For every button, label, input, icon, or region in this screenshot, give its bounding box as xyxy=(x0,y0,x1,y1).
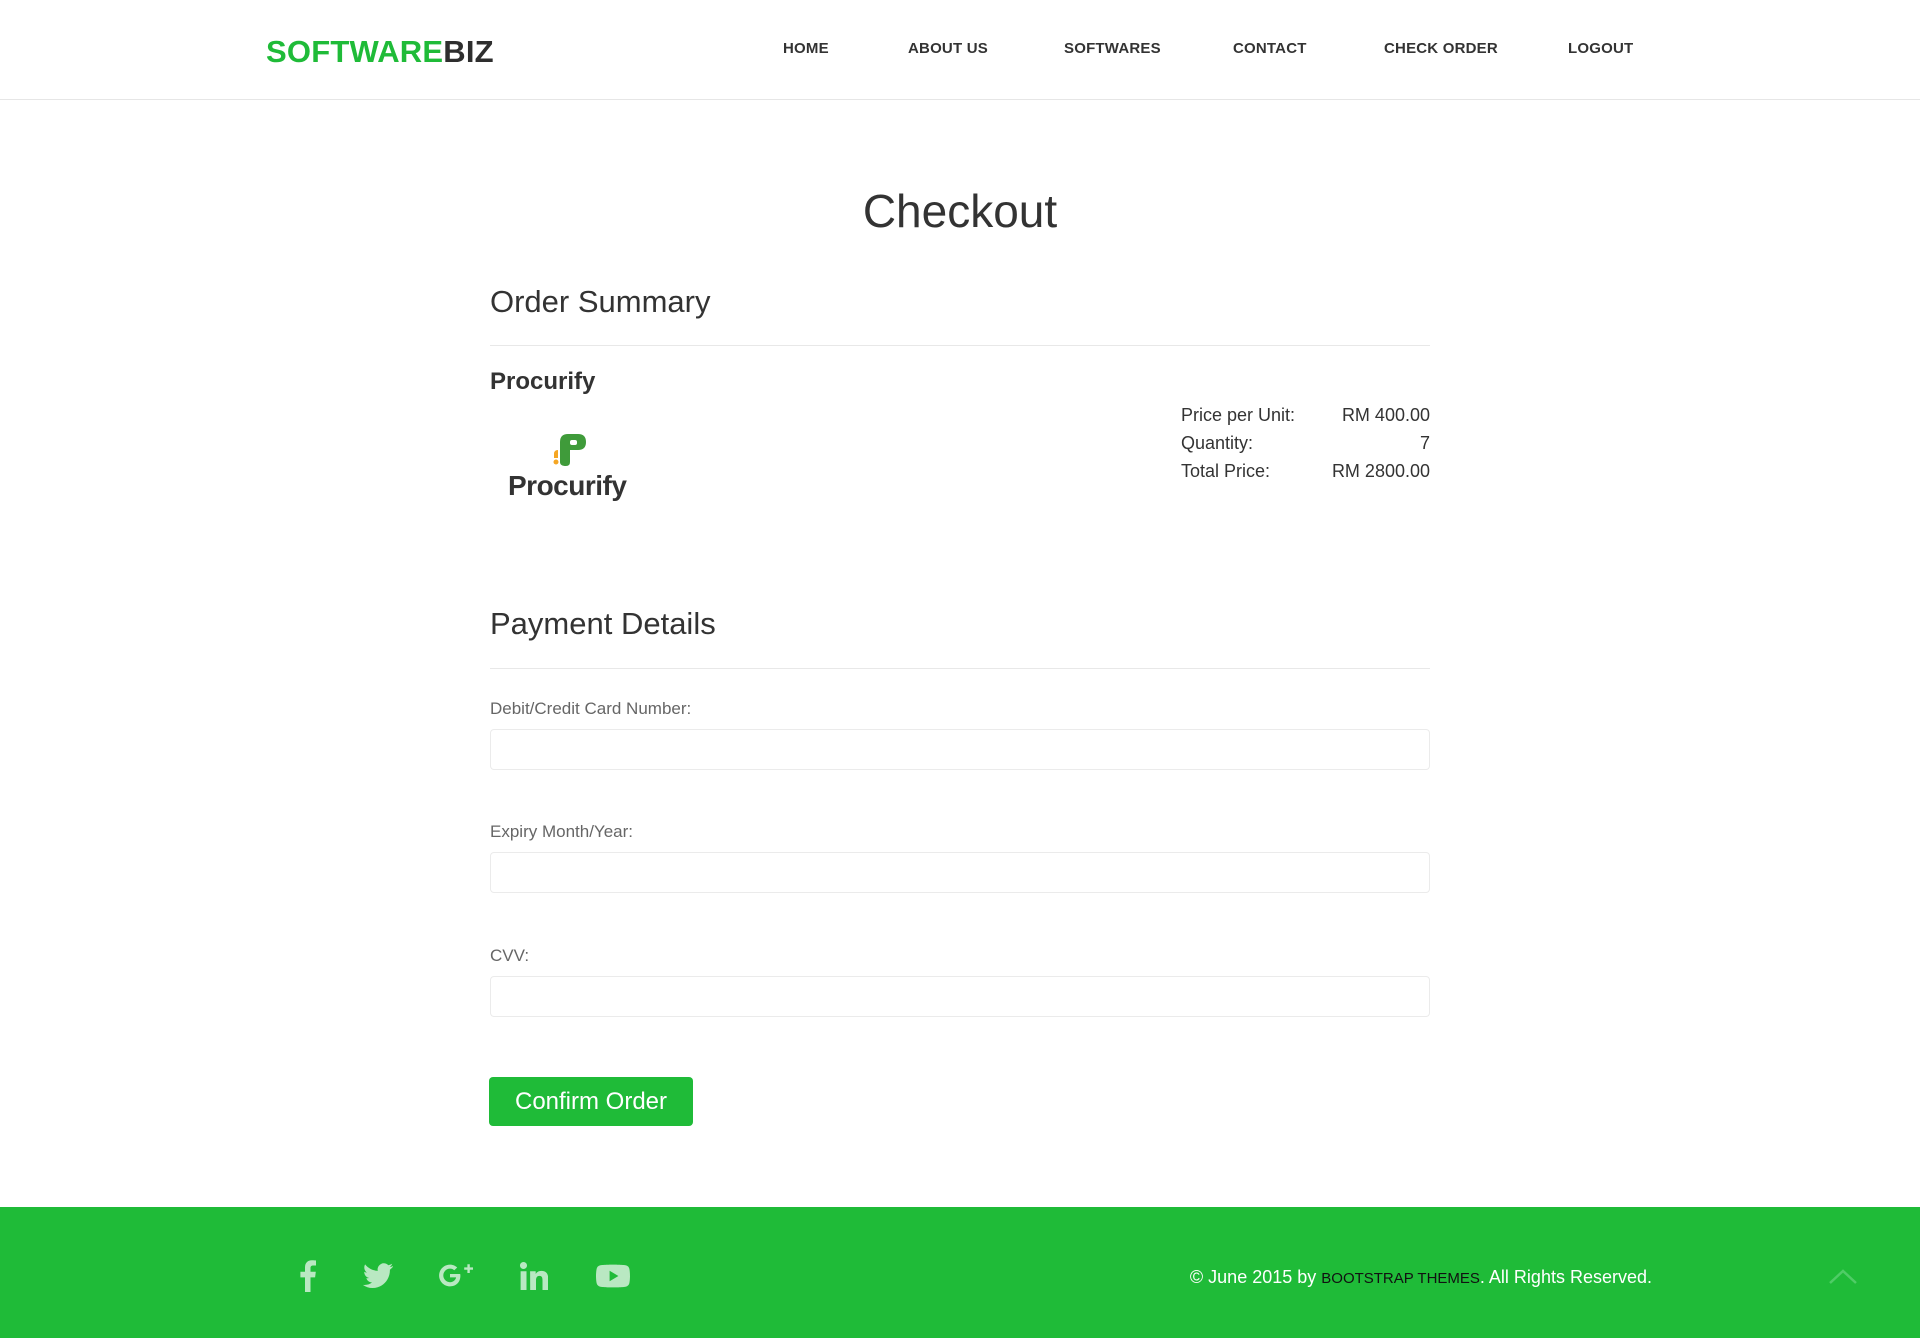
nav-contact[interactable]: CONTACT xyxy=(1233,40,1307,57)
order-summary-divider xyxy=(490,345,1430,346)
copyright-suffix: . All Rights Reserved. xyxy=(1479,1267,1652,1287)
google-plus-icon[interactable] xyxy=(438,1258,474,1294)
product-logo-text: Procurify xyxy=(508,470,627,501)
bootstrap-themes-link[interactable]: BOOTSTRAP THEMES xyxy=(1321,1270,1480,1287)
brand-logo-part2: BIZ xyxy=(443,34,494,69)
copyright-text: © June 2015 by BOOTSTRAP THEMES. All Rig… xyxy=(1190,1267,1652,1288)
quantity-label: Quantity: xyxy=(1181,433,1254,453)
youtube-icon[interactable] xyxy=(595,1258,631,1294)
procurify-logo-mark-icon xyxy=(553,434,586,466)
nav-check-order[interactable]: CHECK ORDER xyxy=(1384,40,1498,57)
payment-details-heading: Payment Details xyxy=(490,606,716,641)
expiry-label: Expiry Month/Year: xyxy=(490,822,633,841)
facebook-icon[interactable] xyxy=(290,1258,326,1294)
linkedin-icon[interactable] xyxy=(516,1258,552,1294)
twitter-icon[interactable] xyxy=(360,1258,396,1294)
site-header: SOFTWAREBIZ HOME ABOUT US SOFTWARES CONT… xyxy=(0,0,1920,100)
copyright-prefix: © June 2015 by xyxy=(1189,1267,1322,1287)
nav-logout[interactable]: LOGOUT xyxy=(1568,40,1633,57)
brand-logo[interactable]: SOFTWAREBIZ xyxy=(266,34,494,70)
expiry-input[interactable] xyxy=(490,852,1430,893)
cvv-label: CVV: xyxy=(490,946,530,965)
quantity-value: 7 xyxy=(1419,433,1430,453)
card-number-input[interactable] xyxy=(490,729,1430,770)
cvv-input[interactable] xyxy=(490,976,1430,1017)
nav-home[interactable]: HOME xyxy=(783,40,829,57)
order-summary-heading: Order Summary xyxy=(490,284,711,319)
payment-details-divider xyxy=(490,668,1430,669)
card-number-label: Debit/Credit Card Number: xyxy=(490,699,692,718)
price-per-unit-value: RM 400.00 xyxy=(1341,405,1430,425)
brand-logo-part1: SOFTWARE xyxy=(266,34,444,69)
price-per-unit-label: Price per Unit: xyxy=(1181,405,1296,425)
product-name: Procurify xyxy=(490,368,596,395)
total-price-label: Total Price: xyxy=(1181,461,1271,481)
nav-softwares[interactable]: SOFTWARES xyxy=(1064,40,1161,57)
confirm-order-button[interactable]: Confirm Order xyxy=(489,1077,693,1126)
page-title: Checkout xyxy=(862,185,1058,237)
chevron-up-icon[interactable] xyxy=(1828,1266,1858,1286)
total-price-value: RM 2800.00 xyxy=(1331,461,1430,481)
product-logo: Procurify xyxy=(508,430,638,510)
nav-about-us[interactable]: ABOUT US xyxy=(908,40,988,57)
